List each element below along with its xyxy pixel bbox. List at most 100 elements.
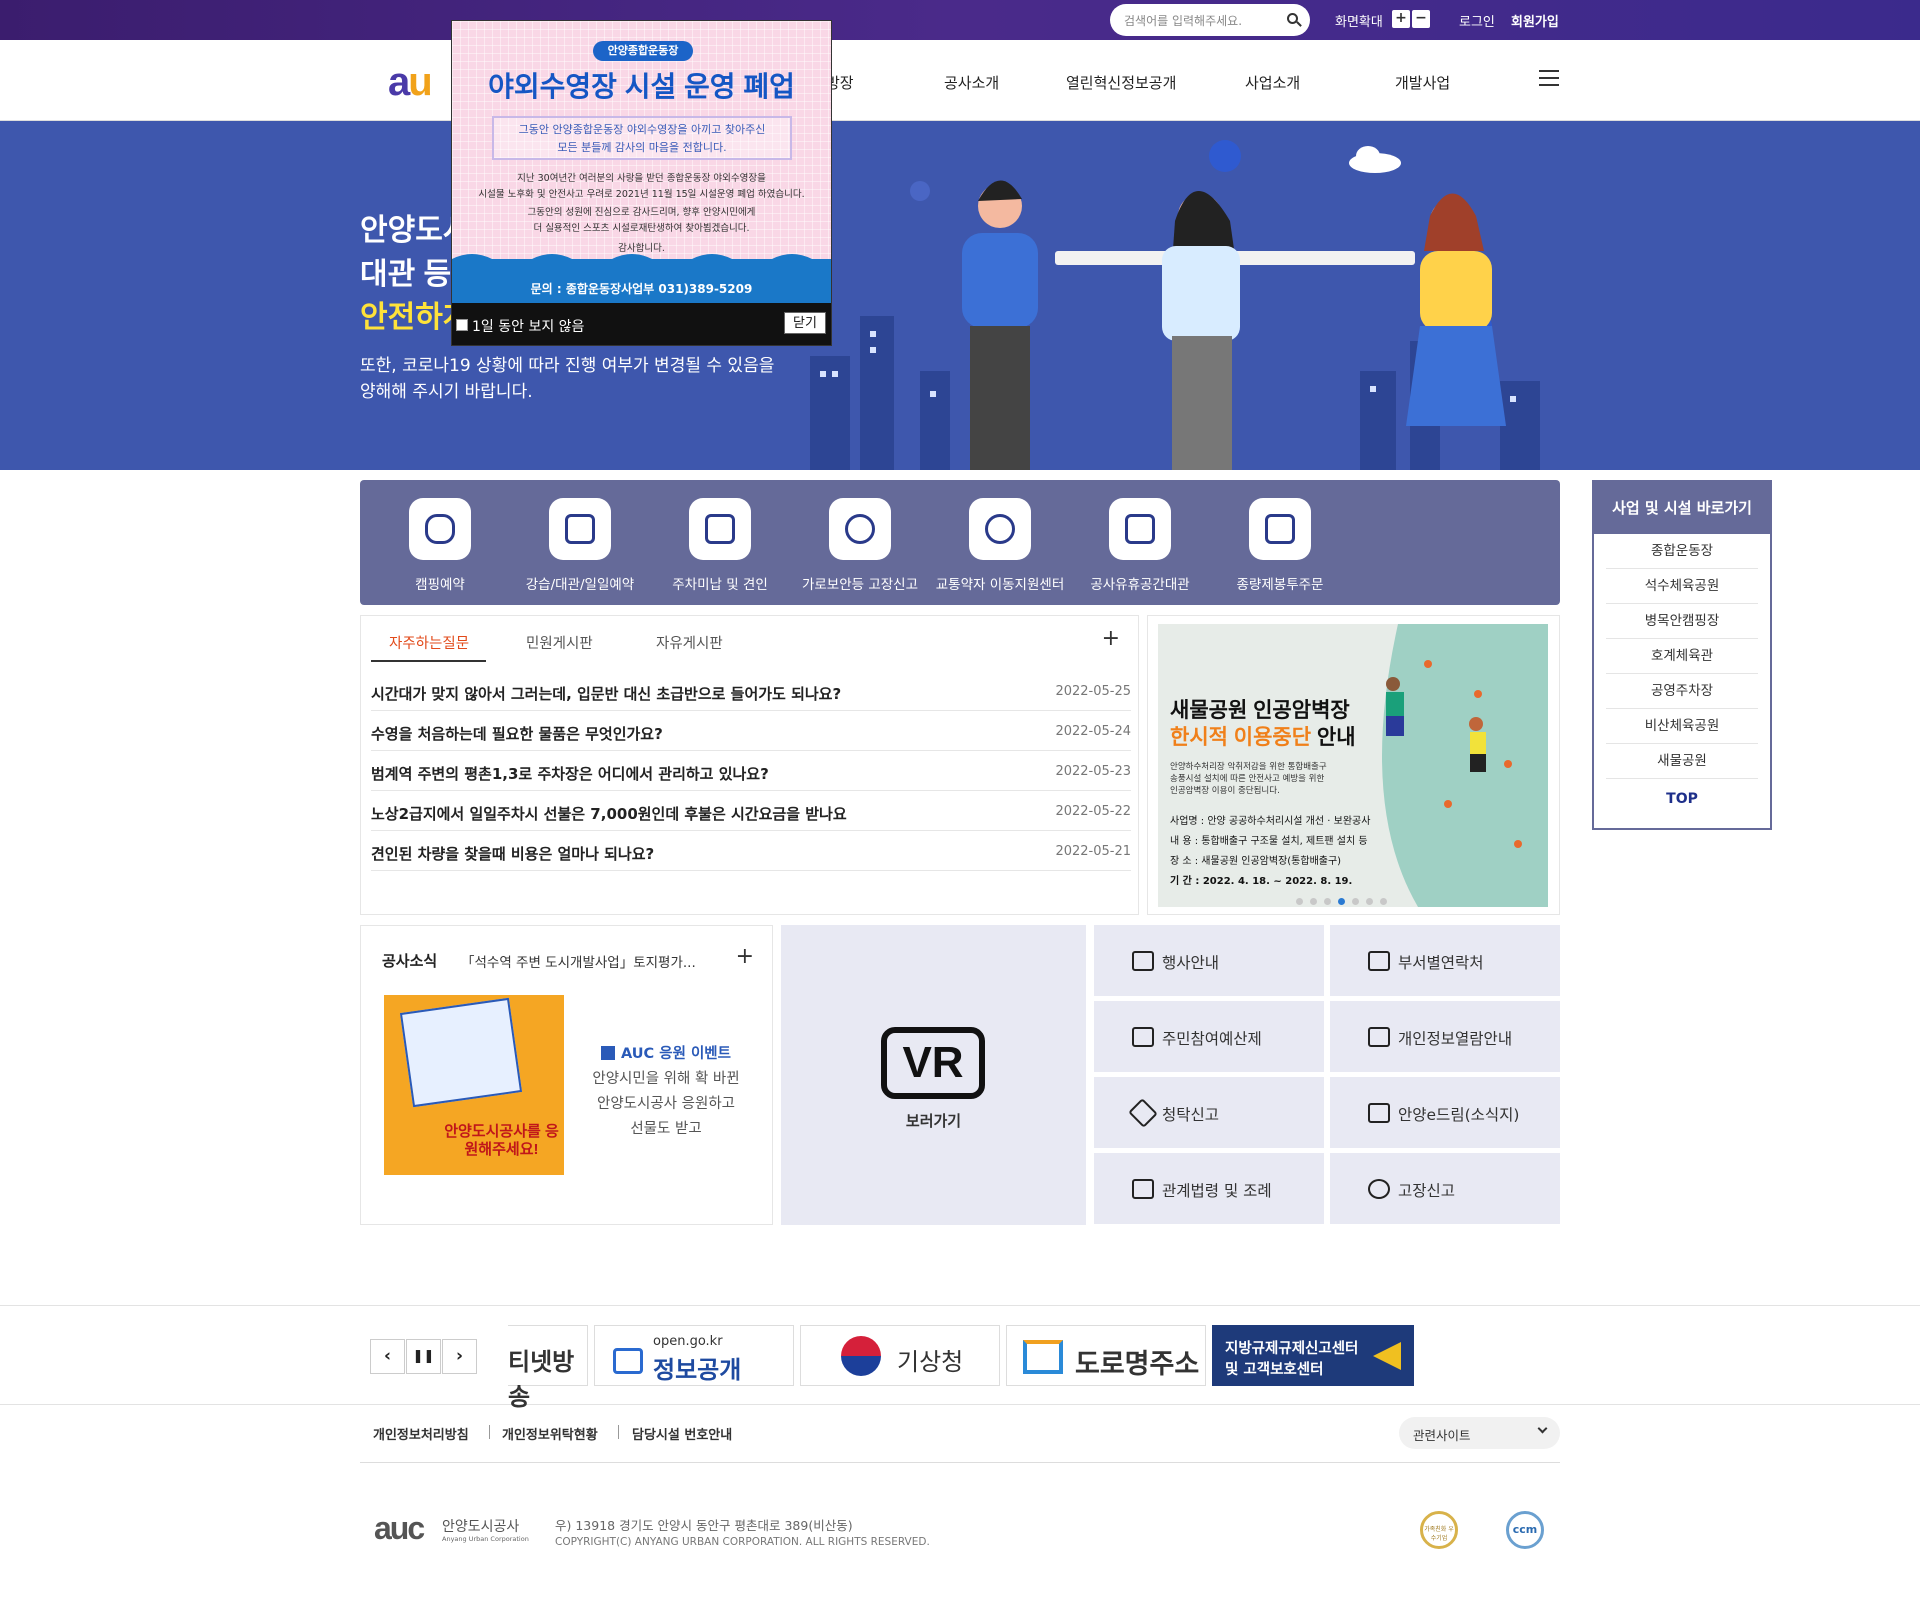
news-more-button[interactable]: + [736, 944, 754, 969]
facility-link[interactable]: 병목안캠핑장 [1606, 604, 1758, 639]
slider-dot[interactable] [1324, 898, 1331, 905]
news-caption-1-text: AUC 응원 이벤트 [621, 1046, 731, 1062]
zoom-out-button[interactable]: − [1412, 10, 1430, 28]
banner-label-1: 지방규제규제신고센터 [1225, 1341, 1359, 1357]
family-friendly-cert-icon: 가족친화 우수기업 [1420, 1511, 1458, 1549]
quick-label: 주차미납 및 견인 [672, 577, 768, 593]
popup-content[interactable]: 안양종합운동장 야외수영장 시설 운영 폐업 그동안 안양종합운동장 야외수영장… [452, 21, 831, 303]
search-box[interactable]: 검색어를 입력해주세요. [1110, 4, 1310, 36]
quick-item-streetlight[interactable]: 가로보안등 고장신고 [790, 498, 930, 593]
news-caption-4: 선물도 받고 [630, 1121, 702, 1137]
footer-link-privacy-policy[interactable]: 개인정보처리방침 [373, 1424, 469, 1443]
tab-faq[interactable]: 자주하는질문 [389, 632, 469, 653]
related-sites-label: 관련사이트 [1413, 1428, 1471, 1443]
board-row[interactable]: 견인된 차량을 찾을때 비용은 얼마나 되나요? 2022-05-21 [371, 831, 1131, 871]
promo-slide[interactable]: 새물공원 인공암벽장 한시적 이용중단 안내 안양하수처리장 악취저감을 위한 … [1158, 624, 1548, 907]
lock-user-icon [1368, 1027, 1390, 1047]
menu-icon[interactable] [1539, 70, 1559, 86]
promo-info-1: 사업명 : 안양 공공하수처리시설 개선 · 보완공사 [1170, 816, 1371, 827]
board-row[interactable]: 범계역 주변의 평촌1,3로 주차장은 어디에서 관리하고 있나요? 2022-… [371, 751, 1131, 791]
slider-dots [1296, 890, 1394, 909]
slider-dot[interactable] [1310, 898, 1317, 905]
related-sites-select[interactable]: 관련사이트 [1399, 1417, 1560, 1449]
banner-road-address[interactable]: 도로명주소 [1006, 1325, 1206, 1386]
board-more-button[interactable]: + [1102, 626, 1120, 651]
quick-item-parking[interactable]: 주차미납 및 견인 [650, 498, 790, 593]
zoom-in-button[interactable]: + [1392, 10, 1410, 28]
footer-divider [360, 1462, 1560, 1463]
quick-item-mobility[interactable]: 교통약자 이동지원센터 [930, 498, 1070, 593]
link-label: 개인정보열람안내 [1398, 1030, 1513, 1048]
nav-item-open-info[interactable]: 열린혁신정보공개 [1066, 72, 1176, 93]
monitor-icon [549, 498, 611, 560]
board-row-title: 견인된 차량을 찾을때 비용은 얼마나 되나요? [371, 845, 655, 863]
slider-dot[interactable] [1380, 898, 1387, 905]
search-icon[interactable] [1287, 13, 1298, 24]
quick-item-space[interactable]: 공사유휴공간대관 [1070, 498, 1210, 593]
news-ticker[interactable]: 「석수역 주변 도시개발사업」토지평가... [461, 951, 696, 971]
link-newsletter[interactable]: 안양e드림(소식지) [1330, 1077, 1560, 1148]
news-thumbnail[interactable]: 안양도시공사를 응원해주세요! [384, 995, 564, 1175]
banner-tnet[interactable]: 티넷방송 [508, 1325, 588, 1411]
link-budget[interactable]: 주민참여예산제 [1094, 1001, 1324, 1072]
link-privacy[interactable]: 개인정보열람안내 [1330, 1001, 1560, 1072]
nav-item-business[interactable]: 사업소개 [1245, 72, 1300, 93]
footer-link-consignment[interactable]: 개인정보위탁현황 [502, 1424, 598, 1443]
link-label: 안양e드림(소식지) [1398, 1106, 1520, 1124]
promo-title-2: 한시적 이용중단 안내 [1170, 721, 1356, 751]
quick-item-reservation[interactable]: 강습/대관/일일예약 [510, 498, 650, 593]
facility-link[interactable]: 석수체육공원 [1606, 569, 1758, 604]
search-input[interactable]: 검색어를 입력해주세요. [1124, 12, 1242, 29]
scroll-top-button[interactable]: TOP [1594, 779, 1770, 807]
board-row-date: 2022-05-24 [1055, 724, 1131, 739]
quick-item-camping[interactable]: 캠핑예약 [370, 498, 510, 593]
nav-item-development[interactable]: 개발사업 [1395, 72, 1450, 93]
board-row[interactable]: 수영을 처음하는데 필요한 물품은 무엇인가요? 2022-05-24 [371, 711, 1131, 751]
popup-para-1: 지난 30여년간 여러분의 사랑을 받던 종합운동장 야외수영장을 [517, 173, 766, 184]
link-solicitation-report[interactable]: 청탁신고 [1094, 1077, 1324, 1148]
mail-icon [1368, 1103, 1390, 1123]
hide-today-checkbox[interactable] [456, 319, 468, 331]
banner-regulation-center[interactable]: 지방규제규제신고센터 및 고객보호센터 [1212, 1325, 1414, 1386]
quick-label: 공사유휴공간대관 [1090, 577, 1190, 593]
board-row[interactable]: 시간대가 맞지 않아서 그러는데, 입문반 대신 초급반으로 들어가도 되나요?… [371, 671, 1131, 711]
link-fault-report[interactable]: 고장신고 [1330, 1153, 1560, 1224]
banner-prev-button[interactable]: ‹ [370, 1339, 405, 1374]
link-regulations[interactable]: 관계법령 및 조례 [1094, 1153, 1324, 1224]
hero-sub-2: 양해해 주시기 바랍니다. [360, 382, 533, 402]
tab-free-board[interactable]: 자유게시판 [656, 632, 723, 653]
banner-open-gov[interactable]: open.go.kr 정보공개 [594, 1325, 794, 1386]
banner-next-button[interactable]: › [442, 1339, 477, 1374]
tab-complaints[interactable]: 민원게시판 [526, 632, 593, 653]
login-link[interactable]: 로그인 [1459, 11, 1495, 30]
popup-para-3: 그동안의 성원에 진심으로 감사드리며, 향후 안양시민에게 [527, 207, 756, 218]
footer-link-facility-numbers[interactable]: 담당시설 번호안내 [632, 1424, 732, 1443]
hide-today-label[interactable]: 1일 동안 보지 않음 [472, 316, 584, 336]
mouse-icon [409, 498, 471, 560]
quick-item-bag[interactable]: 종량제봉투주문 [1210, 498, 1350, 593]
facility-link[interactable]: 공영주차장 [1606, 674, 1758, 709]
vr-tour-tile[interactable]: VR 보러가기 [781, 925, 1086, 1225]
banner-pause-button[interactable]: ❚❚ [406, 1339, 441, 1374]
slider-dot[interactable] [1366, 898, 1373, 905]
signup-link[interactable]: 회원가입 [1511, 11, 1559, 30]
climbing-wall-illustration [1382, 624, 1548, 907]
slider-dot[interactable] [1352, 898, 1359, 905]
folder-icon [613, 1348, 643, 1374]
hero-banner[interactable]: 안양도시 대관 등 안전하게 또한, 코로나19 상황에 따라 진행 여부가 변… [0, 121, 1920, 470]
board-row[interactable]: 노상2급지에서 일일주차시 선불은 7,000원인데 후불은 시간요금을 받나요… [371, 791, 1131, 831]
facility-link[interactable]: 호계체육관 [1606, 639, 1758, 674]
site-logo[interactable]: au [388, 60, 433, 105]
link-event[interactable]: 행사안내 [1094, 925, 1324, 996]
popup-close-button[interactable]: 닫기 [784, 312, 826, 334]
slider-dot-active[interactable] [1338, 898, 1345, 905]
nav-item-company[interactable]: 공사소개 [944, 72, 999, 93]
facility-link[interactable]: 비산체육공원 [1606, 709, 1758, 744]
link-contacts[interactable]: 부서별연락처 [1330, 925, 1560, 996]
banner-kma[interactable]: 기상청 [800, 1325, 1000, 1386]
slider-dot[interactable] [1296, 898, 1303, 905]
facility-link[interactable]: 종합운동장 [1606, 534, 1758, 569]
board-row-title: 노상2급지에서 일일주차시 선불은 7,000원인데 후불은 시간요금을 받나요 [371, 805, 847, 823]
facility-link[interactable]: 새물공원 [1606, 744, 1758, 779]
handshake-icon [1128, 1098, 1158, 1128]
